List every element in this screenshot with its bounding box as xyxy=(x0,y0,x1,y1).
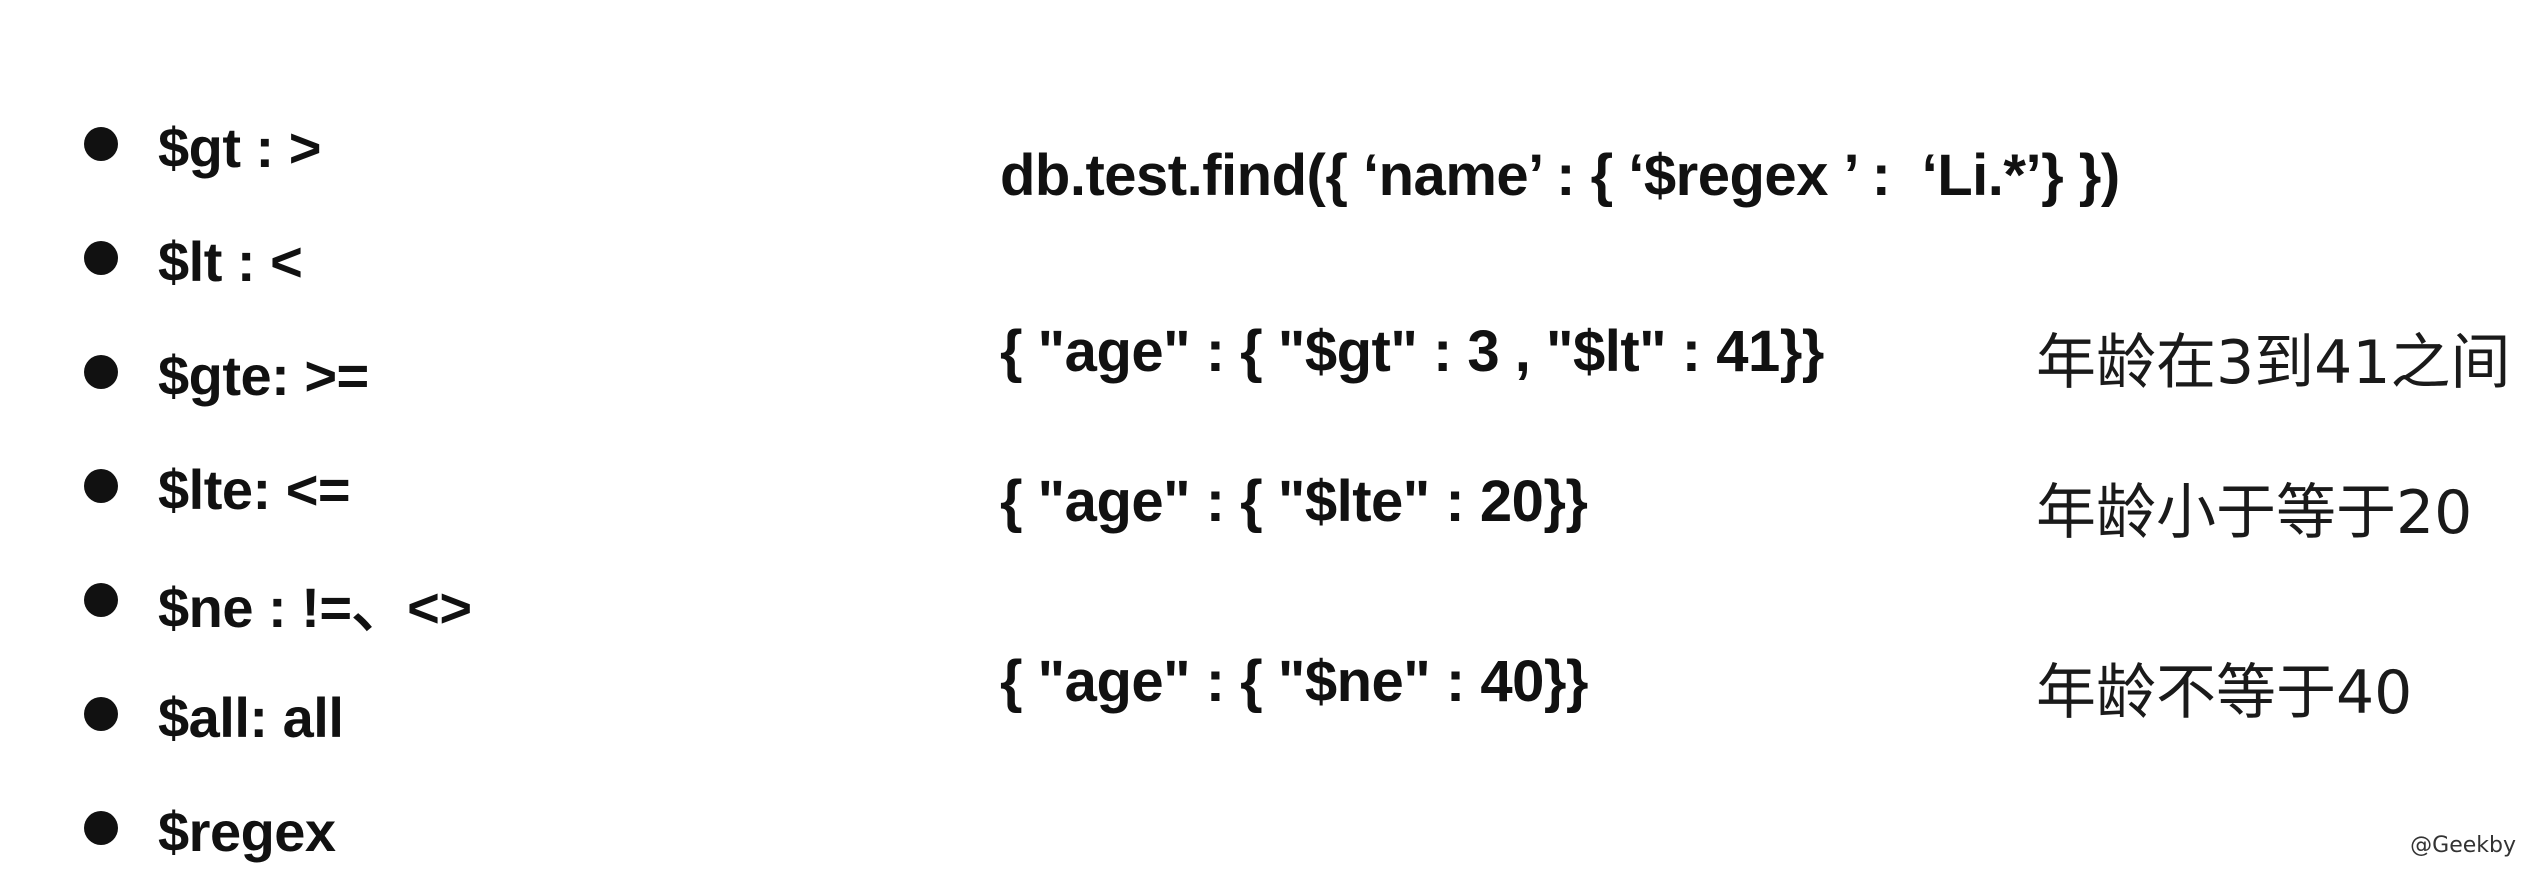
ne-note: 年龄不等于40 xyxy=(2036,658,2413,728)
list-item: $lte: <= xyxy=(84,432,472,546)
operator-label: $lt : < xyxy=(158,229,303,293)
bullet-icon xyxy=(84,127,118,161)
bullet-icon xyxy=(84,697,118,731)
list-item: $ne : !=、<> xyxy=(84,546,472,660)
lte-note: 年龄小于等于20 xyxy=(2036,478,2473,548)
operator-list: $gt : > $lt : < $gte: >= $lte: <= $ne : … xyxy=(84,90,472,888)
list-item: $gt : > xyxy=(84,90,472,204)
bullet-icon xyxy=(84,811,118,845)
bullet-icon xyxy=(84,469,118,503)
bullet-icon xyxy=(84,583,118,617)
operator-label: $gte: >= xyxy=(158,343,369,407)
regex-query-example: db.test.find({ ‘name’ : { ‘$regex ’ : ‘L… xyxy=(1000,143,2120,208)
gt-lt-query-example: { "age" : { "$gt" : 3 , "$lt" : 41}} xyxy=(1000,319,1824,384)
list-item: $gte: >= xyxy=(84,318,472,432)
operator-label: $regex xyxy=(158,799,336,863)
operator-label: $ne : !=、<> xyxy=(158,575,472,639)
operator-label: $all: all xyxy=(158,685,344,749)
list-item: $all: all xyxy=(84,660,472,774)
bullet-icon xyxy=(84,355,118,389)
watermark: @Geekby xyxy=(2410,833,2516,858)
bullet-icon xyxy=(84,241,118,275)
operator-label: $lte: <= xyxy=(158,457,351,521)
operator-label: $gt : > xyxy=(158,115,321,179)
list-item: $regex xyxy=(84,774,472,888)
gt-lt-note: 年龄在3到41之间 xyxy=(2036,328,2511,398)
lte-query-example: { "age" : { "$lte" : 20}} xyxy=(1000,469,1588,534)
ne-query-example: { "age" : { "$ne" : 40}} xyxy=(1000,649,1589,714)
list-item: $lt : < xyxy=(84,204,472,318)
